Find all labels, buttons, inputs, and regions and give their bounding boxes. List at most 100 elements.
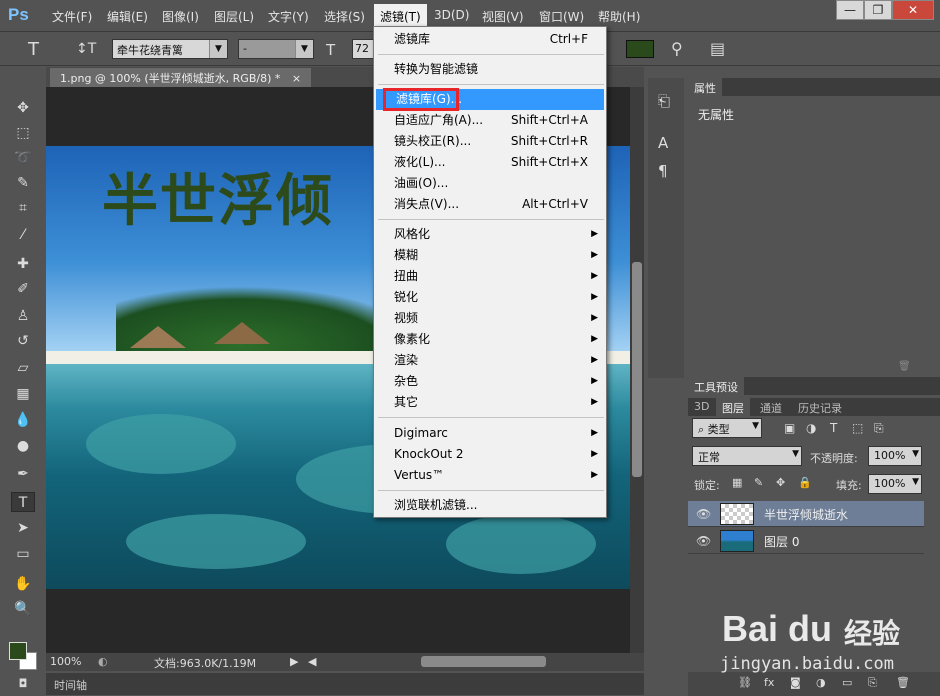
close-tab-icon[interactable]: × (292, 72, 301, 85)
document-tab[interactable]: 1.png @ 100% (半世浮倾城逝水, RGB/8) * × (50, 68, 312, 87)
text-orientation-icon[interactable]: ↕T (76, 41, 96, 57)
menu-item-video[interactable]: 视频 ▶ (374, 308, 606, 329)
filter-smart-object-icon[interactable]: ⎘ (874, 421, 884, 436)
filter-shape-icon[interactable]: ⬚ (852, 421, 863, 435)
quick-select-tool-icon[interactable]: ✎ (11, 173, 35, 193)
eye-icon[interactable]: 👁 (696, 534, 711, 548)
adjustment-layer-icon[interactable]: ◑ (816, 676, 826, 689)
tab-channels[interactable]: 通道 (754, 398, 788, 416)
menu-item-distort[interactable]: 扭曲 ▶ (374, 266, 606, 287)
dodge-tool-icon[interactable]: ● (11, 436, 35, 456)
menu-item-convert-smart-filters[interactable]: 转换为智能滤镜 (374, 59, 606, 80)
fill-input[interactable]: 100% ▼ (868, 474, 922, 494)
quick-mask-icon[interactable]: ◘ (11, 674, 35, 694)
text-color-swatch[interactable] (626, 40, 654, 58)
blend-mode-select[interactable]: 正常 ▼ (692, 446, 802, 466)
paragraph-panel-icon[interactable]: ¶ (658, 162, 668, 180)
restore-button[interactable]: ❐ (864, 0, 892, 20)
trash-icon[interactable]: 🗑 (898, 361, 911, 372)
zoom-level[interactable]: 100% (50, 655, 81, 668)
crop-tool-icon[interactable]: ⌗ (11, 198, 35, 218)
move-tool-icon[interactable]: ✥ (11, 98, 35, 118)
link-layers-icon[interactable]: ⛓ (738, 676, 752, 689)
fx-icon[interactable]: fx (764, 676, 774, 689)
menu-item-pixelate[interactable]: 像素化 ▶ (374, 329, 606, 350)
menu-view[interactable]: 视图(V) (482, 8, 524, 25)
lock-transparency-icon[interactable]: ▦ (732, 476, 742, 489)
menu-item-oil-paint[interactable]: 油画(O)... (374, 173, 606, 194)
filter-pixel-icon[interactable]: ▣ (784, 421, 795, 435)
eyedropper-tool-icon[interactable]: ⁄ (11, 225, 35, 245)
menu-type[interactable]: 文字(Y) (268, 8, 309, 25)
marquee-tool-icon[interactable]: ⬚ (11, 123, 35, 143)
menu-window[interactable]: 窗口(W) (539, 8, 584, 25)
shape-tool-icon[interactable]: ▭ (11, 544, 35, 564)
menu-item-sharpen[interactable]: 锐化 ▶ (374, 287, 606, 308)
lock-pixels-icon[interactable]: ✎ (754, 476, 763, 489)
horizontal-scrollbar-thumb[interactable] (421, 656, 546, 667)
add-mask-icon[interactable]: ◙ (790, 676, 801, 689)
tab-layers[interactable]: 图层 (716, 398, 750, 416)
lock-position-icon[interactable]: ✥ (776, 476, 785, 489)
zoom-tool-icon[interactable]: 🔍 (11, 599, 35, 619)
menu-layer[interactable]: 图层(L) (214, 8, 254, 25)
layer-row[interactable]: 👁 图层 0 (688, 528, 924, 554)
history-panel-icon[interactable]: ⎗ (658, 92, 670, 110)
menu-edit[interactable]: 编辑(E) (107, 8, 148, 25)
menu-item-lens-correction[interactable]: 镜头校正(R)... Shift+Ctrl+R (374, 131, 606, 152)
trash-icon[interactable]: 🗑 (896, 676, 910, 689)
menu-item-adaptive-wide-angle[interactable]: 自适应广角(A)... Shift+Ctrl+A (374, 110, 606, 131)
font-size-input[interactable]: 72 (352, 39, 374, 59)
lasso-tool-icon[interactable]: ➰ (11, 148, 35, 168)
layer-filter-select[interactable]: ⌕ 类型 ▼ (692, 418, 762, 438)
status-menu-arrow-icon[interactable]: ▶ (290, 655, 298, 668)
warp-text-icon[interactable]: ⚲ (671, 39, 683, 58)
menu-help[interactable]: 帮助(H) (598, 8, 640, 25)
new-group-icon[interactable]: ▭ (842, 676, 852, 689)
gradient-tool-icon[interactable]: ▦ (11, 384, 35, 404)
menu-item-vertus[interactable]: Vertus™ ▶ (374, 465, 606, 486)
menu-item-filter-gallery-last[interactable]: 滤镜库 Ctrl+F (374, 29, 606, 50)
timeline-tab[interactable]: 时间轴 (54, 677, 87, 693)
filter-adjustment-icon[interactable]: ◑ (806, 421, 816, 435)
type-tool-icon[interactable]: T (11, 492, 35, 512)
clone-stamp-tool-icon[interactable]: ♙ (11, 306, 35, 326)
lock-all-icon[interactable]: 🔒 (798, 476, 812, 489)
eraser-tool-icon[interactable]: ▱ (11, 358, 35, 378)
menu-item-render[interactable]: 渲染 ▶ (374, 350, 606, 371)
vertical-scrollbar-thumb[interactable] (632, 262, 642, 477)
menu-item-browse-online-filters[interactable]: 浏览联机滤镜... (374, 495, 606, 516)
character-panel-icon[interactable]: ▤ (710, 39, 725, 58)
opacity-input[interactable]: 100% ▼ (868, 446, 922, 466)
pen-tool-icon[interactable]: ✒ (11, 464, 35, 484)
vertical-scrollbar[interactable] (630, 87, 644, 653)
scroll-left-icon[interactable]: ◀ (308, 655, 316, 668)
menu-item-vanishing-point[interactable]: 消失点(V)... Alt+Ctrl+V (374, 194, 606, 215)
menu-file[interactable]: 文件(F) (52, 8, 92, 25)
menu-item-noise[interactable]: 杂色 ▶ (374, 371, 606, 392)
hand-tool-icon[interactable]: ✋ (11, 574, 35, 594)
menu-item-stylize[interactable]: 风格化 ▶ (374, 224, 606, 245)
font-family-select[interactable]: 牵牛花绕青篱 ▼ (112, 39, 228, 59)
tab-tool-presets[interactable]: 工具预设 (688, 377, 744, 395)
menu-image[interactable]: 图像(I) (162, 8, 199, 25)
foreground-color-swatch[interactable] (9, 642, 27, 660)
font-style-select[interactable]: - ▼ (238, 39, 314, 59)
minimize-button[interactable]: — (836, 0, 864, 20)
blur-tool-icon[interactable]: 💧 (11, 410, 35, 430)
menu-select[interactable]: 选择(S) (324, 8, 365, 25)
healing-brush-tool-icon[interactable]: ✚ (11, 254, 35, 274)
new-layer-icon[interactable]: ⎘ (868, 676, 877, 690)
tab-3d[interactable]: 3D (688, 398, 715, 416)
filter-type-icon[interactable]: T (830, 421, 837, 435)
path-select-tool-icon[interactable]: ➤ (11, 518, 35, 538)
tab-properties[interactable]: 属性 (688, 78, 722, 96)
menu-item-knockout[interactable]: KnockOut 2 ▶ (374, 444, 606, 465)
eye-icon[interactable]: 👁 (696, 507, 711, 521)
status-info-icon[interactable]: ◐ (98, 655, 108, 668)
menu-3d[interactable]: 3D(D) (434, 8, 469, 22)
history-brush-tool-icon[interactable]: ↺ (11, 331, 35, 351)
menu-item-blur[interactable]: 模糊 ▶ (374, 245, 606, 266)
character-panel-icon[interactable]: A (658, 134, 668, 152)
menu-item-other[interactable]: 其它 ▶ (374, 392, 606, 413)
